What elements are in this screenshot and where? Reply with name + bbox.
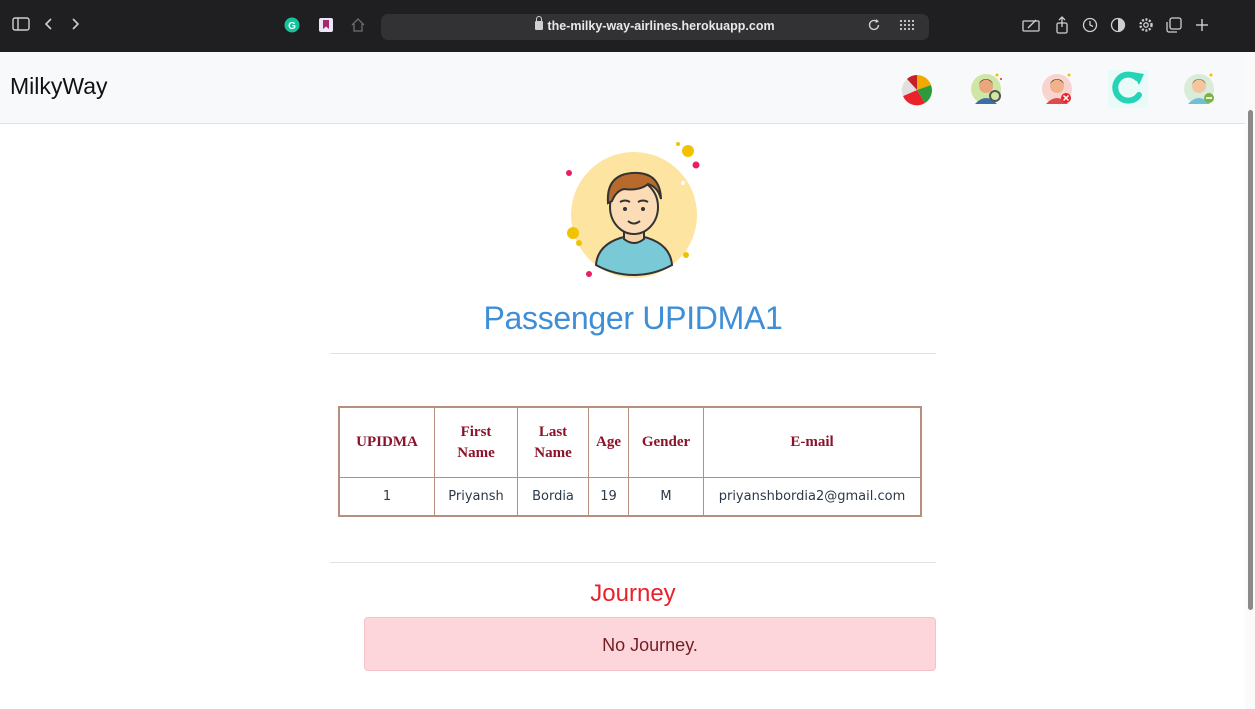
reload-icon[interactable] xyxy=(867,18,881,32)
table-cell: 19 xyxy=(588,477,629,517)
back-icon[interactable] xyxy=(44,17,54,31)
browser-toolbar: G the-milky-way-airlines.herokuapp.com xyxy=(0,0,1255,53)
shield-icon[interactable] xyxy=(1110,17,1126,33)
user-minus-icon[interactable] xyxy=(1178,66,1222,110)
table-cell: 1 xyxy=(338,477,435,517)
column-header: Last Name xyxy=(517,406,589,478)
table-cell: Priyansh xyxy=(434,477,518,517)
table-cell: priyanshbordia2@gmail.com xyxy=(703,477,922,517)
navbar: MilkyWay xyxy=(0,52,1245,124)
lock-icon xyxy=(535,16,544,30)
column-header: Age xyxy=(588,406,629,478)
scrollbar-thumb[interactable] xyxy=(1248,110,1253,610)
passenger-table: UPIDMA First Name Last Name Age Gender E… xyxy=(338,406,922,517)
no-journey-alert: No Journey. xyxy=(364,617,936,671)
alert-text: No Journey. xyxy=(602,635,698,655)
tabs-icon[interactable] xyxy=(1166,17,1182,33)
scrollbar[interactable] xyxy=(1245,52,1255,709)
table-header-row: UPIDMA First Name Last Name Age Gender E… xyxy=(338,406,922,478)
sidebar-icon[interactable] xyxy=(12,17,30,31)
page-title: Passenger UPIDMA1 xyxy=(483,300,783,336)
history-icon[interactable] xyxy=(1082,17,1098,33)
table-cell: Bordia xyxy=(517,477,589,517)
grid-icon[interactable] xyxy=(899,19,915,31)
pie-chart-icon[interactable] xyxy=(895,66,939,110)
settings-icon[interactable] xyxy=(1138,17,1154,33)
svg-text:G: G xyxy=(288,21,296,32)
bookmark-extension-icon[interactable] xyxy=(318,17,334,33)
pencil-icon[interactable] xyxy=(1022,18,1040,32)
remove-user-icon[interactable] xyxy=(1036,66,1080,110)
refresh-icon[interactable] xyxy=(1106,66,1150,110)
share-icon[interactable] xyxy=(1055,16,1069,34)
table-row: 1 Priyansh Bordia 19 M priyanshbordia2@g… xyxy=(338,477,922,517)
column-header: UPIDMA xyxy=(338,406,435,478)
journey-heading: Journey xyxy=(590,580,676,607)
address-bar[interactable]: the-milky-way-airlines.herokuapp.com xyxy=(381,14,929,40)
new-tab-icon[interactable] xyxy=(1194,17,1210,33)
grammarly-icon[interactable]: G xyxy=(284,17,300,33)
brand-link[interactable]: MilkyWay xyxy=(10,73,108,100)
divider xyxy=(330,353,936,354)
forward-icon[interactable] xyxy=(70,17,80,31)
column-header: First Name xyxy=(434,406,518,478)
table-cell: M xyxy=(628,477,704,517)
divider xyxy=(330,562,936,563)
column-header: Gender xyxy=(628,406,704,478)
passenger-avatar xyxy=(562,135,706,279)
user-search-icon[interactable] xyxy=(965,66,1009,110)
home-icon[interactable] xyxy=(350,17,366,33)
url-text: the-milky-way-airlines.herokuapp.com xyxy=(547,19,775,33)
column-header: E-mail xyxy=(703,406,922,478)
